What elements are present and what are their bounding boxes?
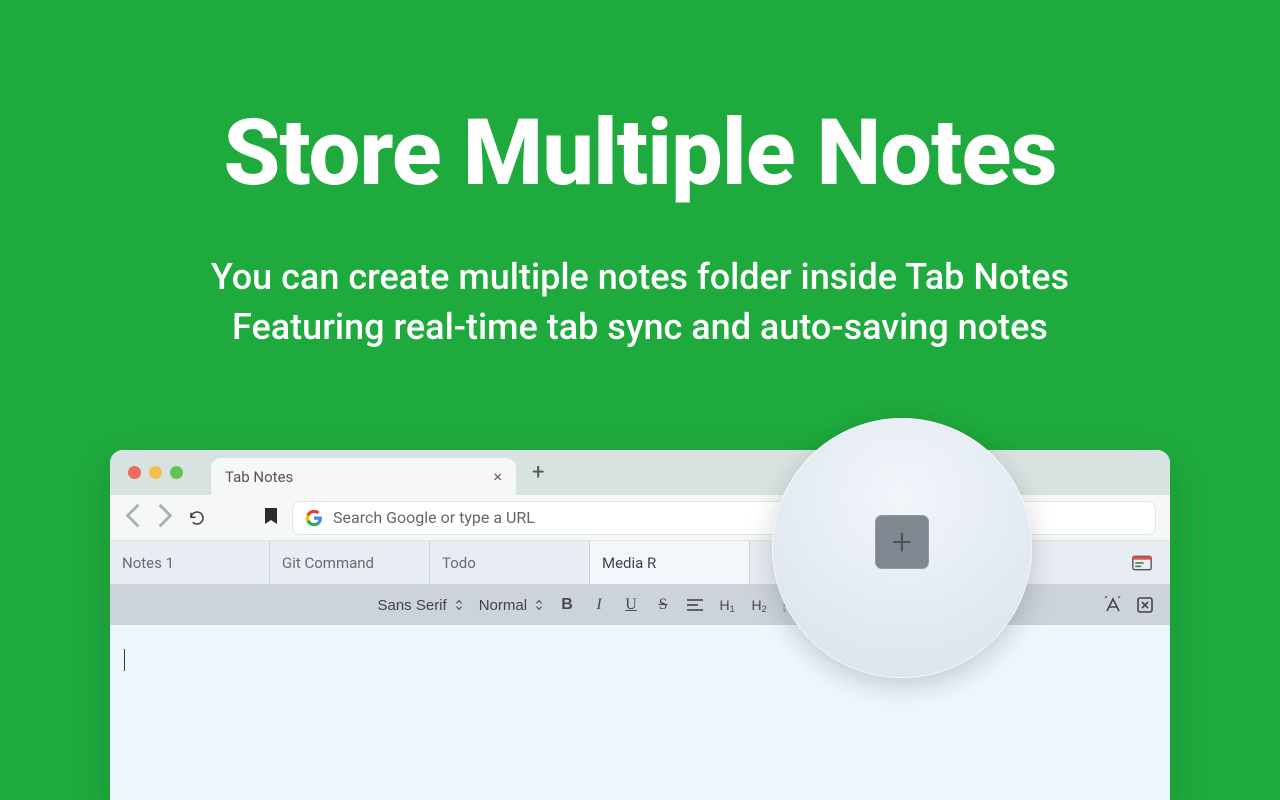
- window-controls: [128, 466, 183, 479]
- back-button[interactable]: [124, 503, 142, 532]
- window-maximize-icon[interactable]: [170, 466, 183, 479]
- font-family-select[interactable]: Sans Serif: [377, 597, 462, 614]
- note-tab[interactable]: Git Command: [270, 541, 430, 584]
- note-tab-actions: [1132, 541, 1170, 584]
- text-style-icon[interactable]: [1104, 596, 1122, 614]
- align-button[interactable]: [687, 597, 703, 613]
- note-tab-label: Media R: [602, 554, 656, 572]
- note-editor[interactable]: [110, 625, 1170, 800]
- note-tab-label: Notes 1: [122, 554, 174, 572]
- font-size-select[interactable]: Normal: [479, 597, 543, 614]
- window-minimize-icon[interactable]: [149, 466, 162, 479]
- add-note-button[interactable]: +: [875, 515, 929, 569]
- svg-text:3: 3: [783, 609, 786, 613]
- underline-button[interactable]: U: [623, 596, 639, 614]
- hero: Store Multiple Notes You can create mult…: [0, 0, 1280, 352]
- browser-tab[interactable]: Tab Notes ×: [211, 458, 516, 495]
- clear-format-icon[interactable]: [1136, 596, 1154, 614]
- chevron-updown-icon: [535, 599, 543, 611]
- hero-title: Store Multiple Notes: [0, 100, 1280, 207]
- magnifier-overlay: +: [772, 418, 1032, 678]
- text-caret: [124, 649, 125, 671]
- note-tab[interactable]: Media R: [590, 541, 750, 584]
- window-close-icon[interactable]: [128, 466, 141, 479]
- forward-button[interactable]: [156, 503, 174, 532]
- note-tab[interactable]: Notes 1: [110, 541, 270, 584]
- chevron-updown-icon: [455, 599, 463, 611]
- italic-button[interactable]: I: [591, 596, 607, 614]
- reload-button[interactable]: [188, 509, 206, 527]
- note-tab[interactable]: Todo: [430, 541, 590, 584]
- google-icon: [305, 509, 323, 527]
- heading2-button[interactable]: H2: [751, 597, 767, 614]
- window-layout-icon[interactable]: [1132, 555, 1152, 571]
- note-tab-label: Git Command: [282, 554, 374, 572]
- heading1-button[interactable]: H1: [719, 597, 735, 614]
- browser-tab-title: Tab Notes: [225, 468, 493, 486]
- address-bar-placeholder: Search Google or type a URL: [333, 508, 535, 527]
- note-tab-label: Todo: [442, 554, 476, 572]
- new-tab-button[interactable]: +: [532, 460, 544, 485]
- bookmark-icon[interactable]: [264, 507, 278, 529]
- hero-subtitle: You can create multiple notes folder ins…: [0, 253, 1280, 352]
- strikethrough-button[interactable]: S: [655, 596, 671, 614]
- close-tab-icon[interactable]: ×: [493, 467, 502, 486]
- bold-button[interactable]: B: [559, 596, 575, 614]
